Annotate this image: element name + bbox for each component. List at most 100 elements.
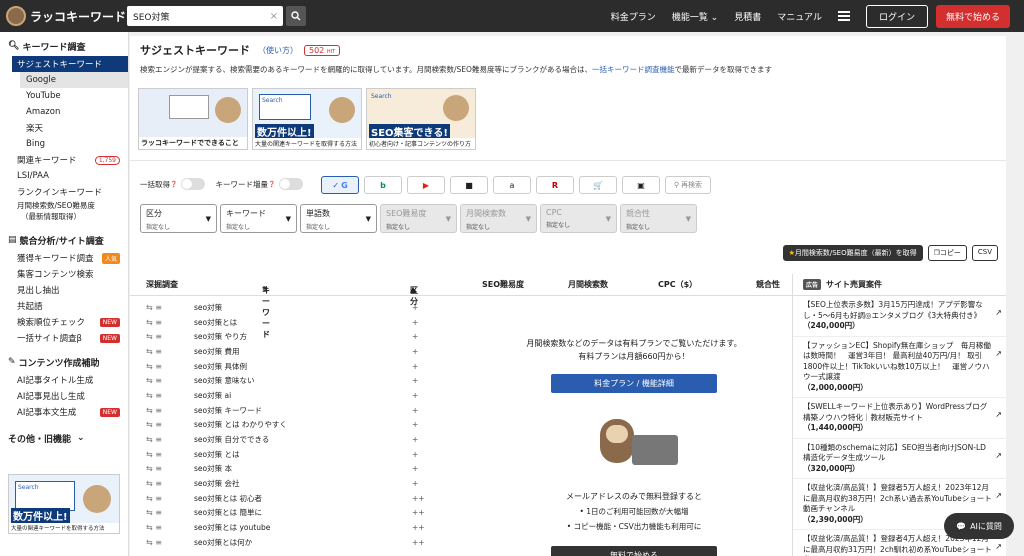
banner-can-do[interactable]: ラッコキーワードでできること: [138, 88, 248, 150]
deep-dive-icon[interactable]: ⇆ ≡: [146, 406, 162, 415]
sidebar-item-bulk[interactable]: 一括サイト調査β NEW: [0, 330, 128, 346]
engine-google-button[interactable]: ✓ G: [321, 176, 359, 194]
external-link-icon[interactable]: ↗: [995, 349, 1002, 360]
table-row[interactable]: ⇆ ≡ seo対策 やり方 +: [130, 329, 430, 344]
engine-image-button[interactable]: ▣: [622, 176, 660, 194]
keyword-cell[interactable]: seo対策 意味ない: [194, 375, 255, 386]
ai-question-button[interactable]: 💬 AIに質問: [944, 513, 1014, 539]
research-button[interactable]: ⚲ 再検索: [665, 176, 711, 194]
table-row[interactable]: ⇆ ≡ seo対策とは +: [130, 315, 430, 330]
plan-details-button[interactable]: 料金プラン / 機能詳細: [551, 374, 717, 393]
table-row[interactable]: ⇆ ≡ seo対策 とは +: [130, 447, 430, 462]
increase-keywords-toggle[interactable]: [279, 178, 304, 190]
copy-button[interactable]: ❐コピー: [927, 245, 967, 261]
keyword-cell[interactable]: seo対策 やり方: [194, 331, 247, 342]
sidebar-promo-banner[interactable]: Search 数万件以上! 大量の関連キーワードを取得する方法: [8, 474, 120, 534]
sidebar-item-getkw[interactable]: 獲得キーワード調査 人気: [0, 250, 128, 266]
table-row[interactable]: ⇆ ≡ seo対策 とは わかりやすく +: [130, 418, 430, 433]
table-row[interactable]: ⇆ ≡ seo対策 +: [130, 300, 430, 315]
sidebar-item-bing[interactable]: Bing: [0, 136, 128, 152]
nav-features[interactable]: 機能一覧 ⌄: [672, 10, 718, 23]
sidebar-item-ai-body[interactable]: AI記事本文生成 NEW: [0, 404, 128, 420]
table-row[interactable]: ⇆ ≡ seo対策 会社 +: [130, 476, 430, 491]
sidebar-item-youtube[interactable]: YouTube: [0, 88, 128, 104]
keyword-cell[interactable]: seo対策とは 初心者: [194, 493, 262, 504]
keyword-cell[interactable]: seo対策 ai: [194, 390, 231, 401]
banner-bulk-keywords[interactable]: Search 数万件以上! 大量の関連キーワードを取得する方法: [252, 88, 362, 150]
engine-amazon-button[interactable]: a: [493, 176, 531, 194]
keyword-cell[interactable]: seo対策: [194, 302, 222, 313]
col-monthly-volume[interactable]: 月間検索数: [568, 279, 608, 290]
sidebar-item-ai-title[interactable]: AI記事タイトル生成: [0, 372, 128, 388]
keyword-cell[interactable]: seo対策 とは: [194, 449, 240, 460]
table-row[interactable]: ⇆ ≡ seo対策 キーワード +: [130, 403, 430, 418]
engine-bing-button[interactable]: b: [364, 176, 402, 194]
external-link-icon[interactable]: ↗: [995, 542, 1002, 553]
ad-item[interactable]: 【SEO上位表示多数】3月15万円達成！アプデ影響なし・5〜6月も好調◎エンタメ…: [793, 296, 1006, 337]
engine-shopping-button[interactable]: 🛒: [579, 176, 617, 194]
sidebar-item-rakuten[interactable]: 楽天: [0, 120, 128, 136]
deep-dive-icon[interactable]: ⇆ ≡: [146, 391, 162, 400]
sidebar-item-monthly[interactable]: 月間検索数/SEO難易度: [0, 200, 128, 211]
deep-dive-icon[interactable]: ⇆ ≡: [146, 362, 162, 371]
external-link-icon[interactable]: ↗: [995, 410, 1002, 421]
table-row[interactable]: ⇆ ≡ seo対策 具体例 +: [130, 359, 430, 374]
free-start-button[interactable]: 無料で始める: [551, 546, 717, 556]
search-button[interactable]: [286, 6, 306, 26]
deep-dive-icon[interactable]: ⇆ ≡: [146, 376, 162, 385]
nav-pricing[interactable]: 料金プラン: [611, 10, 656, 23]
filter-division[interactable]: 区分 指定なし ▼: [140, 204, 217, 233]
deep-dive-icon[interactable]: ⇆ ≡: [146, 494, 162, 503]
sidebar-item-google[interactable]: Google: [20, 72, 128, 88]
engine-video-button[interactable]: ■: [450, 176, 488, 194]
fetch-latest-button[interactable]: ★月間検索数/SEO難易度（最新）を取得: [782, 245, 923, 261]
keyword-cell[interactable]: seo対策 会社: [194, 478, 240, 489]
bulk-fetch-toggle[interactable]: [181, 178, 206, 190]
bulk-keyword-link[interactable]: 一括キーワード調査機能: [592, 65, 675, 74]
sidebar-item-amazon[interactable]: Amazon: [0, 104, 128, 120]
nav-manual[interactable]: マニュアル: [777, 10, 822, 23]
ad-item[interactable]: 【10種類のschemaに対応】SEO担当者向けJSON-LD構造化データ生成ツ…: [793, 439, 1006, 479]
deep-dive-icon[interactable]: ⇆ ≡: [146, 435, 162, 444]
keyword-cell[interactable]: seo対策とは youtube: [194, 522, 270, 533]
csv-button[interactable]: CSV: [971, 245, 998, 261]
sidebar-item-traffic[interactable]: 集客コンテンツ検索: [0, 266, 128, 282]
sidebar-item-suggest[interactable]: サジェストキーワード: [12, 56, 128, 72]
table-row[interactable]: ⇆ ≡ seo対策 ai +: [130, 388, 430, 403]
table-row[interactable]: ⇆ ≡ seo対策 自分でできる +: [130, 432, 430, 447]
table-row[interactable]: ⇆ ≡ seo対策 本 +: [130, 462, 430, 477]
keyword-cell[interactable]: seo対策 費用: [194, 346, 240, 357]
col-seo-difficulty[interactable]: SEO難易度: [482, 279, 524, 290]
banner-seo-content[interactable]: Search SEO集客できる! 初心者向け・記事コンテンツの作り方: [366, 88, 476, 150]
keyword-cell[interactable]: seo対策 キーワード: [194, 405, 262, 416]
hamburger-menu-icon[interactable]: [837, 9, 850, 23]
keyword-cell[interactable]: seo対策 自分でできる: [194, 434, 269, 445]
table-row[interactable]: ⇆ ≡ seo対策 費用 +: [130, 344, 430, 359]
external-link-icon[interactable]: ↗: [995, 308, 1002, 319]
table-row[interactable]: ⇆ ≡ seo対策 意味ない +: [130, 373, 430, 388]
deep-dive-icon[interactable]: ⇆ ≡: [146, 464, 162, 473]
table-row[interactable]: ⇆ ≡ seo対策とは何か ++: [130, 535, 430, 550]
keyword-cell[interactable]: seo対策とは何か: [194, 537, 252, 548]
table-row[interactable]: ⇆ ≡ seo対策とは 初心者 ++: [130, 491, 430, 506]
keyword-cell[interactable]: seo対策とは: [194, 317, 237, 328]
deep-dive-icon[interactable]: ⇆ ≡: [146, 508, 162, 517]
sidebar-item-headings[interactable]: 見出し抽出: [0, 282, 128, 298]
deep-dive-icon[interactable]: ⇆ ≡: [146, 347, 162, 356]
table-row[interactable]: ⇆ ≡ seo対策とは youtube ++: [130, 520, 430, 535]
search-input[interactable]: SEO対策 ×: [127, 6, 283, 26]
sidebar-item-lsi[interactable]: LSI/PAA: [0, 168, 128, 184]
table-row[interactable]: ⇆ ≡ seo対策とは 簡単に ++: [130, 506, 430, 521]
external-link-icon[interactable]: ↗: [995, 491, 1002, 502]
deep-dive-icon[interactable]: ⇆ ≡: [146, 420, 162, 429]
deep-dive-icon[interactable]: ⇆ ≡: [146, 538, 162, 547]
external-link-icon[interactable]: ↗: [995, 451, 1002, 462]
ad-item[interactable]: 【SWELLキーワード上位表示あり】WordPressブログ構築ノウハウ特化｜教…: [793, 398, 1006, 439]
ad-item[interactable]: 【ファッションEC】Shopify無在庫ショップ 毎月稼働は数時間！ 運営3年目…: [793, 337, 1006, 398]
sidebar-item-related[interactable]: 関連キーワード 1,759: [0, 152, 128, 168]
login-button[interactable]: ログイン: [865, 4, 928, 28]
keyword-cell[interactable]: seo対策 本: [194, 463, 232, 474]
deep-dive-icon[interactable]: ⇆ ≡: [146, 332, 162, 341]
clear-icon[interactable]: ×: [270, 11, 278, 22]
engine-rakuten-button[interactable]: R: [536, 176, 574, 194]
